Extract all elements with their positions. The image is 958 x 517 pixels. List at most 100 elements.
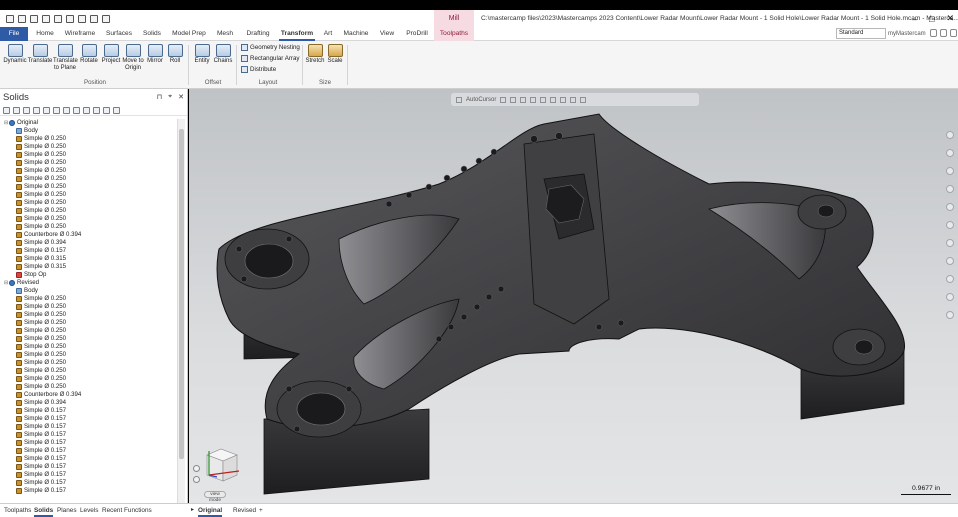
view-sheet-revised[interactable]: Revised [233, 504, 256, 517]
dynamic-button[interactable]: Dynamic [3, 44, 27, 65]
tab-solids-manager[interactable]: Solids [34, 504, 54, 517]
roll-button[interactable]: Roll [166, 44, 184, 65]
maximize-button[interactable]: □ [929, 14, 934, 24]
zoom-out-icon[interactable] [946, 149, 954, 157]
scale-button[interactable]: Scale [326, 44, 344, 65]
tree-item[interactable]: Simple Ø 0.157 [0, 247, 176, 255]
front-view-icon[interactable] [946, 221, 954, 229]
history-icon[interactable] [83, 106, 90, 114]
clear-colors-icon[interactable] [946, 293, 954, 301]
endpoint-icon[interactable] [540, 96, 547, 103]
add-view-sheet-button[interactable]: + [259, 504, 263, 517]
save-icon[interactable] [30, 14, 38, 23]
tree-item[interactable]: Simple Ø 0.315 [0, 263, 176, 271]
cut-icon[interactable] [78, 14, 86, 23]
display-standard-select[interactable]: Standard [836, 28, 886, 39]
select-edited-icon[interactable] [13, 106, 20, 114]
translate-button[interactable]: Translate [27, 44, 53, 65]
minimize-button[interactable]: – [912, 14, 917, 24]
tree-item[interactable]: Simple Ø 0.157 [0, 463, 176, 471]
collapse-icon[interactable] [73, 106, 80, 114]
stretch-button[interactable]: Stretch [305, 44, 325, 65]
point-type-icon[interactable] [500, 96, 507, 103]
tree-item[interactable]: Simple Ø 0.250 [0, 223, 176, 231]
tree-item[interactable]: Counterbore Ø 0.394 [0, 231, 176, 239]
wireframe-icon[interactable] [946, 275, 954, 283]
rotate-view-icon[interactable] [193, 465, 200, 472]
tree-item[interactable]: Simple Ø 0.250 [0, 151, 176, 159]
tree-item[interactable]: Simple Ø 0.250 [0, 207, 176, 215]
tab-recent-functions[interactable]: Recent Functions [102, 504, 152, 517]
move-to-origin-button[interactable]: Move to Origin [122, 44, 144, 71]
tree-item[interactable]: Simple Ø 0.250 [0, 175, 176, 183]
scroll-thumb[interactable] [179, 129, 184, 459]
translate-to-plane-button[interactable]: Translate to Plane [53, 44, 78, 71]
regenerate-icon[interactable] [33, 106, 40, 114]
rotate-button[interactable]: Rotate [78, 44, 100, 65]
tab-file[interactable]: File [0, 27, 28, 41]
selection-mode-icon[interactable] [560, 96, 567, 103]
tree-item[interactable]: Simple Ø 0.250 [0, 167, 176, 175]
delete-icon[interactable] [103, 106, 110, 114]
tree-item[interactable]: Simple Ø 0.250 [0, 143, 176, 151]
project-button[interactable]: Project [100, 44, 122, 65]
view-sheet-original[interactable]: Original [198, 504, 223, 517]
view-mode-toggle[interactable]: view mode [204, 491, 226, 503]
rectangular-array-button[interactable]: Rectangular Array [241, 55, 300, 62]
mirror-button[interactable]: Mirror [145, 44, 165, 65]
tab-toolpaths[interactable]: Toolpaths [434, 27, 474, 41]
autocursor-label[interactable]: AutoCursor [466, 97, 496, 103]
verify-icon[interactable] [580, 96, 587, 103]
new-file-icon[interactable] [6, 14, 14, 23]
right-view-icon[interactable] [946, 239, 954, 247]
tree-item[interactable]: Simple Ø 0.157 [0, 431, 176, 439]
tab-transform[interactable]: Transform [279, 27, 315, 41]
save-as-icon[interactable] [42, 14, 50, 23]
tree-item[interactable]: Simple Ø 0.250 [0, 335, 176, 343]
snap-icon[interactable] [510, 96, 517, 103]
tab-toolpaths-manager[interactable]: Toolpaths [4, 504, 31, 517]
tree-item[interactable]: Simple Ø 0.250 [0, 375, 176, 383]
zoom-in-icon[interactable] [946, 131, 954, 139]
tree-item[interactable]: Simple Ø 0.250 [0, 359, 176, 367]
top-view-icon[interactable] [946, 203, 954, 211]
print-icon[interactable] [54, 14, 62, 23]
tab-prodrill[interactable]: ProDrill [402, 27, 432, 41]
tree-item[interactable]: Simple Ø 0.157 [0, 455, 176, 463]
undo-icon[interactable] [43, 106, 50, 114]
tab-view[interactable]: View [377, 27, 397, 41]
analyze-icon[interactable] [946, 311, 954, 319]
tree-item[interactable]: Simple Ø 0.250 [0, 199, 176, 207]
tree-item[interactable]: Simple Ø 0.250 [0, 135, 176, 143]
tree-group-original[interactable]: ⊟ Original [0, 119, 176, 127]
float-icon[interactable]: ⌖ [168, 93, 172, 101]
tab-wireframe[interactable]: Wireframe [62, 27, 98, 41]
redo-icon[interactable] [102, 14, 110, 23]
tree-item[interactable]: Simple Ø 0.157 [0, 471, 176, 479]
autocursor-icon[interactable] [456, 96, 462, 103]
panel-close-icon[interactable]: ✕ [178, 93, 184, 101]
tree-scrollbar[interactable] [177, 119, 185, 503]
expand-icon[interactable] [63, 106, 70, 114]
tab-machine[interactable]: Machine [341, 27, 371, 41]
my-mastercam-link[interactable]: myMastercam [888, 27, 926, 41]
select-all-icon[interactable] [3, 106, 10, 114]
close-button[interactable]: ✕ [946, 13, 954, 24]
tab-mesh[interactable]: Mesh [213, 27, 237, 41]
tree-item[interactable]: Simple Ø 0.157 [0, 407, 176, 415]
tree-item[interactable]: Counterbore Ø 0.394 [0, 391, 176, 399]
offset-entity-button[interactable]: Entity [192, 44, 212, 65]
tree-item[interactable]: Simple Ø 0.250 [0, 367, 176, 375]
solids-tree[interactable]: ⊟ Original Body Simple Ø 0.250 Simple Ø 0.25… [0, 119, 176, 503]
tree-item[interactable]: Simple Ø 0.250 [0, 327, 176, 335]
tree-item[interactable]: Body [0, 127, 176, 135]
tree-item[interactable]: Stop Op [0, 271, 176, 279]
fit-icon[interactable] [946, 167, 954, 175]
pointer-icon[interactable] [23, 106, 30, 114]
tree-item[interactable]: Simple Ø 0.250 [0, 295, 176, 303]
solid-icon[interactable] [93, 106, 100, 114]
tree-item[interactable]: Simple Ø 0.250 [0, 319, 176, 327]
tree-item[interactable]: Simple Ø 0.250 [0, 303, 176, 311]
view-sheet-nav-icon[interactable]: ▸ [191, 504, 194, 517]
midpoint-icon[interactable] [530, 96, 537, 103]
